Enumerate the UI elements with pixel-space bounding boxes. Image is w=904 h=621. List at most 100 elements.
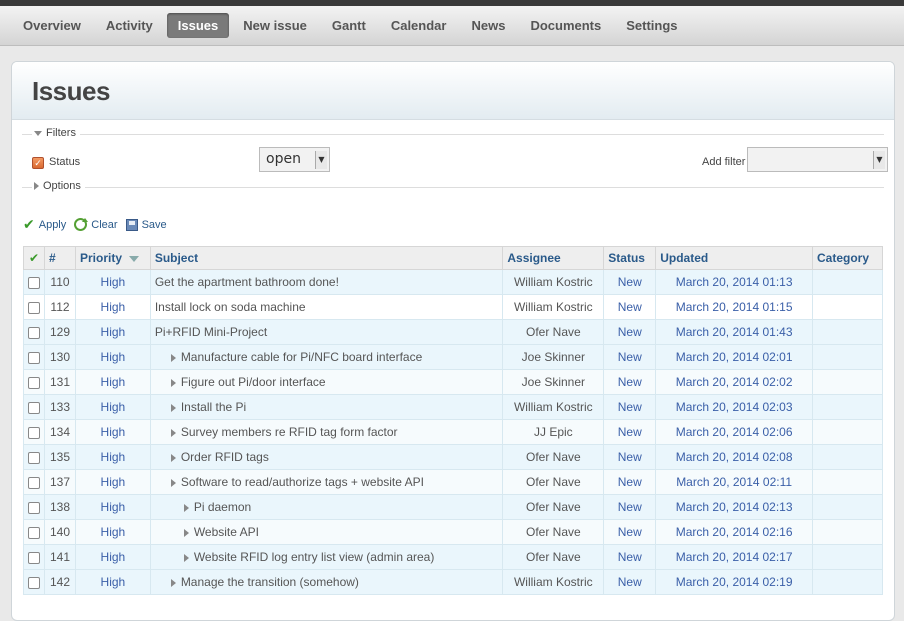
issue-subject[interactable]: Order RFID tags <box>181 450 269 464</box>
tab-documents[interactable]: Documents <box>519 13 612 38</box>
column-status[interactable]: Status <box>603 246 657 270</box>
issue-id[interactable]: 131 <box>44 369 76 395</box>
issue-assignee[interactable]: William Kostric <box>502 269 605 295</box>
row-checkbox[interactable] <box>28 476 40 489</box>
issue-updated[interactable]: March 20, 2014 01:13 <box>655 269 814 295</box>
issue-subject-cell[interactable]: Manufacture cable for Pi/NFC board inter… <box>149 344 504 370</box>
table-row[interactable]: 138 High Pi daemon Ofer Nave New March 20, 20… <box>23 494 883 520</box>
issue-id[interactable]: 134 <box>44 419 76 445</box>
issue-subject[interactable]: Install lock on soda machine <box>155 300 306 314</box>
row-checkbox-cell[interactable] <box>23 269 45 295</box>
issue-id[interactable]: 140 <box>44 519 76 545</box>
issue-subject[interactable]: Website API <box>194 525 259 539</box>
table-row[interactable]: 135 High Order RFID tags Ofer Nave New March … <box>23 444 883 470</box>
issue-updated[interactable]: March 20, 2014 02:17 <box>655 544 814 570</box>
row-checkbox-cell[interactable] <box>23 419 45 445</box>
issue-id[interactable]: 112 <box>44 294 76 320</box>
row-checkbox-cell[interactable] <box>23 519 45 545</box>
row-checkbox[interactable] <box>28 301 40 314</box>
issue-subject-cell[interactable]: Pi+RFID Mini-Project <box>149 319 504 345</box>
issue-id[interactable]: 110 <box>44 269 76 295</box>
issue-subject-cell[interactable]: Get the apartment bathroom done! <box>149 269 504 295</box>
row-checkbox-cell[interactable] <box>23 569 45 595</box>
issue-updated[interactable]: March 20, 2014 02:16 <box>655 519 814 545</box>
issue-updated[interactable]: March 20, 2014 02:11 <box>655 469 814 495</box>
issue-assignee[interactable]: William Kostric <box>502 394 605 420</box>
issue-subject-cell[interactable]: Survey members re RFID tag form factor <box>149 419 504 445</box>
table-row[interactable]: 131 High Figure out Pi/door interface Joe S… <box>23 369 883 395</box>
tab-settings[interactable]: Settings <box>615 13 688 38</box>
issue-subject-cell[interactable]: Website RFID log entry list view (admin … <box>149 544 504 570</box>
issue-assignee[interactable]: Ofer Nave <box>502 494 605 520</box>
issue-subject[interactable]: Pi+RFID Mini-Project <box>155 325 267 339</box>
table-row[interactable]: 133 High Install the Pi William Kostric New M… <box>23 394 883 420</box>
row-checkbox[interactable] <box>28 426 40 439</box>
issue-assignee[interactable]: Joe Skinner <box>502 369 605 395</box>
issue-updated[interactable]: March 20, 2014 01:43 <box>655 319 814 345</box>
tab-overview[interactable]: Overview <box>12 13 92 38</box>
save-button[interactable]: Save <box>125 218 167 231</box>
table-row[interactable]: 134 High Survey members re RFID tag form f… <box>23 419 883 445</box>
column-id[interactable]: # <box>44 246 76 270</box>
table-row[interactable]: 141 High Website RFID log entry list view … <box>23 544 883 570</box>
column-category[interactable]: Category <box>812 246 883 270</box>
row-checkbox-cell[interactable] <box>23 444 45 470</box>
issue-subject-cell[interactable]: Install lock on soda machine <box>149 294 504 320</box>
issue-assignee[interactable]: Joe Skinner <box>502 344 605 370</box>
issue-updated[interactable]: March 20, 2014 02:08 <box>655 444 814 470</box>
issue-id[interactable]: 133 <box>44 394 76 420</box>
row-checkbox[interactable] <box>28 551 40 564</box>
issue-subject-cell[interactable]: Manage the transition (somehow) <box>149 569 504 595</box>
tab-calendar[interactable]: Calendar <box>380 13 458 38</box>
issue-id[interactable]: 129 <box>44 319 76 345</box>
issue-updated[interactable]: March 20, 2014 02:13 <box>655 494 814 520</box>
table-row[interactable]: 129 High Pi+RFID Mini-Project Ofer Nave New M… <box>23 319 883 345</box>
row-checkbox[interactable] <box>28 401 40 414</box>
issue-subject[interactable]: Pi daemon <box>194 500 251 514</box>
add-filter-select[interactable]: ▼ <box>747 147 888 172</box>
issue-subject[interactable]: Manage the transition (somehow) <box>181 575 359 589</box>
issue-assignee[interactable]: Ofer Nave <box>502 319 605 345</box>
column-subject[interactable]: Subject <box>149 246 504 270</box>
table-row[interactable]: 110 High Get the apartment bathroom done! W… <box>23 269 883 295</box>
issue-assignee[interactable]: JJ Epic <box>502 419 605 445</box>
issue-assignee[interactable]: Ofer Nave <box>502 544 605 570</box>
issue-id[interactable]: 142 <box>44 569 76 595</box>
issue-updated[interactable]: March 20, 2014 02:03 <box>655 394 814 420</box>
issue-updated[interactable]: March 20, 2014 02:02 <box>655 369 814 395</box>
issue-subject[interactable]: Website RFID log entry list view (admin … <box>194 550 435 564</box>
column-priority[interactable]: Priority <box>74 246 151 270</box>
column-assignee[interactable]: Assignee <box>502 246 605 270</box>
issue-assignee[interactable]: Ofer Nave <box>502 519 605 545</box>
row-checkbox-cell[interactable] <box>23 394 45 420</box>
row-checkbox[interactable] <box>28 326 40 339</box>
toggle-all-checkbox[interactable]: ✔ <box>23 246 45 270</box>
row-checkbox-cell[interactable] <box>23 319 45 345</box>
issue-assignee[interactable]: William Kostric <box>502 294 605 320</box>
issue-updated[interactable]: March 20, 2014 02:19 <box>655 569 814 595</box>
issue-subject[interactable]: Survey members re RFID tag form factor <box>181 425 398 439</box>
issue-subject-cell[interactable]: Figure out Pi/door interface <box>149 369 504 395</box>
issue-subject-cell[interactable]: Pi daemon <box>149 494 504 520</box>
row-checkbox[interactable] <box>28 376 40 389</box>
row-checkbox-cell[interactable] <box>23 469 45 495</box>
table-row[interactable]: 140 High Website API Ofer Nave New March 20, … <box>23 519 883 545</box>
issue-subject[interactable]: Figure out Pi/door interface <box>181 375 326 389</box>
table-row[interactable]: 137 High Software to read/authorize tags +… <box>23 469 883 495</box>
table-row[interactable]: 112 High Install lock on soda machine Willi… <box>23 294 883 320</box>
issue-id[interactable]: 137 <box>44 469 76 495</box>
tab-issues[interactable]: Issues <box>166 13 230 38</box>
row-checkbox[interactable] <box>28 526 40 539</box>
row-checkbox[interactable] <box>28 576 40 589</box>
table-row[interactable]: 142 High Manage the transition (somehow) Wi… <box>23 569 883 595</box>
row-checkbox[interactable] <box>28 276 40 289</box>
issue-assignee[interactable]: Ofer Nave <box>502 444 605 470</box>
issue-subject[interactable]: Manufacture cable for Pi/NFC board inter… <box>181 350 422 364</box>
table-row[interactable]: 130 High Manufacture cable for Pi/NFC boar… <box>23 344 883 370</box>
issue-subject-cell[interactable]: Install the Pi <box>149 394 504 420</box>
row-checkbox-cell[interactable] <box>23 494 45 520</box>
issue-subject-cell[interactable]: Website API <box>149 519 504 545</box>
tab-news[interactable]: News <box>460 13 516 38</box>
row-checkbox[interactable] <box>28 451 40 464</box>
issue-subject-cell[interactable]: Software to read/authorize tags + websit… <box>149 469 504 495</box>
